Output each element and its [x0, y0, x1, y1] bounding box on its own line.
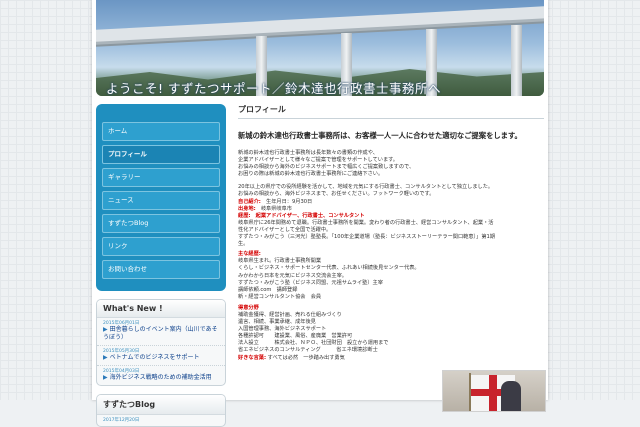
birthdate: 生年月日：9月30日	[266, 198, 313, 205]
career-label: 経歴:	[238, 212, 251, 219]
news-link[interactable]: 田舎暮らしのイベント案内（山川であそうぼう）	[103, 326, 218, 341]
person-silhouette	[501, 381, 521, 411]
origin-label: 出身地:	[238, 205, 256, 212]
main-content: プロフィール 新城の鈴木達也行政書士事務所は、お客様一人一人に合わせた適切なご提…	[238, 104, 546, 412]
news-link[interactable]: ベトナムでのビジネスをサポート	[110, 354, 200, 361]
whats-new-title: What's New !	[97, 300, 225, 318]
arrow-right-icon: ▶	[103, 326, 108, 333]
profile-photo	[442, 370, 546, 412]
nav-item-contact[interactable]: お問い合わせ	[102, 260, 220, 279]
self-intro-label: 自己紹介:	[238, 198, 261, 205]
main-career-line: くらし・ビジネス・サポートセンター代表、ふれあい相続後見センター代表。	[238, 265, 420, 272]
main-career-line: 新・経営コンサルタント協会 会員	[238, 293, 322, 300]
strengths-label: 得意分野	[238, 304, 259, 311]
likes-text: すべては必然 一歩踏み出す勇気	[267, 354, 345, 361]
origin-value: 岐阜県岐阜市	[260, 205, 292, 212]
header-banner: ようこそ! すずたつサポート／鈴木達也行政書士事務所へ	[96, 0, 544, 96]
experience-line: お悩みの相談から、海外ビジネスまで、お任せください。フットワーク軽いのです。	[238, 191, 435, 198]
nav-item-home[interactable]: ホーム	[102, 122, 220, 141]
strengths-section: 得意分野 補助金獲得、経営計画、売れる仕組みづくり 遺言、相続、事業承継、成年後…	[238, 305, 544, 362]
bridge-pillar	[511, 25, 522, 96]
career-line: 性化アドバイザーとして全国で活躍中。	[238, 226, 332, 233]
nav-item-gallery[interactable]: ギャラリー	[102, 168, 220, 187]
news-item[interactable]: 2015年06月01日 ▶ 田舎暮らしのイベント案内（山川であそうぼう）	[97, 318, 225, 346]
main-career-line: すずたつ・みがこう塾（ビジネス同盟、元祖サムライ塾）主宰	[238, 279, 383, 286]
blog-box: すずたつBlog 2017年12月20日	[96, 394, 226, 427]
page-wrapper: ようこそ! すずたつサポート／鈴木達也行政書士事務所へ ホーム プロフィール ギ…	[92, 0, 548, 427]
blog-title: すずたつBlog	[97, 395, 225, 415]
career-line: すずたつ・みがこう（三河光）塾塾長。「100年企業道場（塾長：ビジネスストーリー…	[238, 234, 496, 241]
career-line: 生。	[238, 241, 249, 248]
strength-line: 省エネビジネスのコンサルティング 省エネ環境診断士	[238, 347, 378, 354]
main-career-section: 主な経歴: 岐阜県生まれ。行政書士事務所開業 くらし・ビジネス・サポートセンター…	[238, 251, 544, 301]
site-title: ようこそ! すずたつサポート／鈴木達也行政書士事務所へ	[106, 81, 441, 96]
news-item[interactable]: 2015年05月30日 ▶ ベトナムでのビジネスをサポート	[97, 346, 225, 366]
career-line: 岐阜県庁に26年間務めて退職。行政書士事務所を開業。変わり者の行政書士、経営コン…	[238, 219, 494, 226]
sidebar: ホーム プロフィール ギャラリー ニュース すずたつBlog リンク お問い合わ…	[96, 104, 226, 427]
news-link[interactable]: 海外ビジネス戦略のための補助金活用	[110, 374, 212, 381]
news-item[interactable]: 2015年04月03日 ▶ 海外ビジネス戦略のための補助金活用	[97, 366, 225, 385]
main-nav: ホーム プロフィール ギャラリー ニュース すずたつBlog リンク お問い合わ…	[96, 104, 226, 291]
blog-item[interactable]: 2017年12月20日	[97, 415, 225, 426]
arrow-right-icon: ▶	[103, 374, 108, 381]
page-title: プロフィール	[238, 104, 544, 119]
intro-line: お困りの際は新城の鈴木達也行政書士事務所にご連絡下さい。	[238, 171, 384, 178]
nav-item-links[interactable]: リンク	[102, 237, 220, 256]
whats-new-box: What's New ! 2015年06月01日 ▶ 田舎暮らしのイベント案内（山…	[96, 299, 226, 386]
blog-date: 2017年12月20日	[103, 418, 140, 423]
main-career-line: 講師依頼.com 講師登録	[238, 286, 298, 293]
lead-text: 新城の鈴木達也行政書士事務所は、お客様一人一人に合わせた適切なご提案をします。	[238, 131, 522, 140]
nav-item-news[interactable]: ニュース	[102, 191, 220, 210]
profile-paragraph: 20年以上の県庁での役所経験を活かして、地域を元気にする行政書士、コンサルタント…	[238, 184, 544, 248]
strength-line: 補助金獲得、経営計画、売れる仕組みづくり	[238, 311, 342, 318]
intro-paragraph: 新城の鈴木達也行政書士事務所は長年数々の書類の作成や、 企業アドバイザーとして様…	[238, 150, 544, 178]
nav-item-blog[interactable]: すずたつBlog	[102, 214, 220, 233]
career-title: 起業アドバイザー、行政書士、コンサルタント	[255, 212, 365, 219]
likes-label: 好きな言葉:	[238, 354, 267, 361]
main-career-line: みかわから日本を元気にビジネス交流会主宰。	[238, 272, 347, 279]
arrow-right-icon: ▶	[103, 354, 108, 361]
nav-item-profile[interactable]: プロフィール	[102, 145, 220, 164]
